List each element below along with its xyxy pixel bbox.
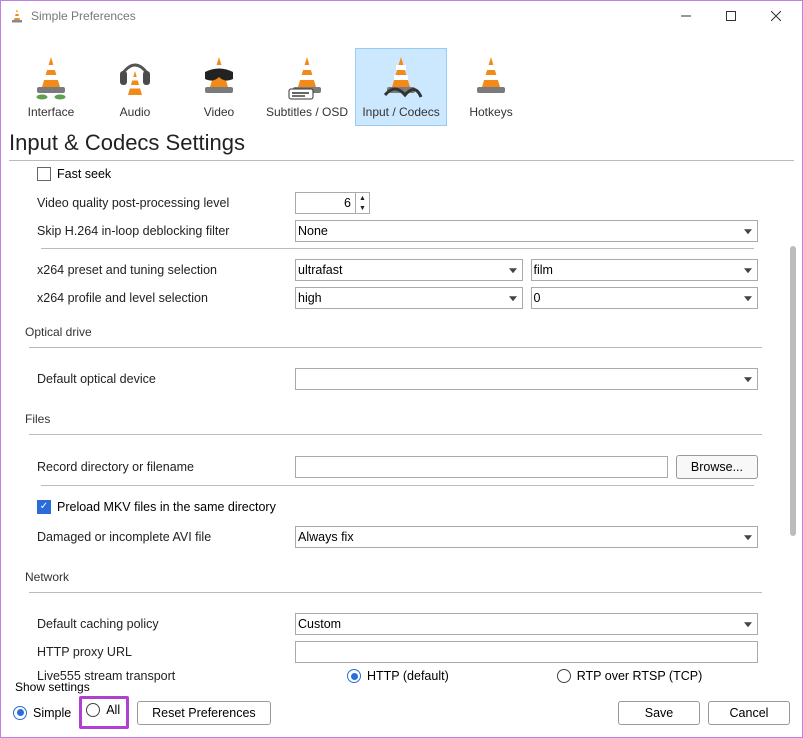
x264-profile-label: x264 profile and level selection	[37, 291, 295, 305]
proxy-input[interactable]	[295, 641, 758, 663]
optical-drive-group: Optical drive Default optical device	[25, 325, 766, 406]
default-optical-label: Default optical device	[37, 372, 295, 386]
titlebar: Simple Preferences	[1, 1, 802, 31]
record-dir-input[interactable]	[295, 456, 668, 478]
skip-h264-label: Skip H.264 in-loop deblocking filter	[37, 224, 295, 238]
cat-interface[interactable]: Interface	[11, 48, 91, 126]
subtitle-cone-icon	[283, 53, 331, 101]
caching-select[interactable]: Custom	[295, 613, 758, 635]
settings-mode-simple-radio[interactable]: Simple	[13, 706, 71, 720]
spinner-up-icon[interactable]: ▲	[356, 193, 369, 203]
live555-rtp-radio[interactable]: RTP over RTSP (TCP)	[557, 669, 703, 683]
cancel-button[interactable]: Cancel	[708, 701, 790, 725]
window-title: Simple Preferences	[31, 9, 663, 23]
caching-label: Default caching policy	[37, 617, 295, 631]
x264-preset-select[interactable]: ultrafast	[295, 259, 523, 281]
live555-rtp-label: RTP over RTSP (TCP)	[577, 669, 703, 683]
vlc-app-icon	[9, 8, 25, 24]
proxy-label: HTTP proxy URL	[37, 645, 295, 659]
cat-hotkeys[interactable]: Hotkeys	[451, 48, 531, 126]
cat-video[interactable]: Video	[179, 48, 259, 126]
save-button[interactable]: Save	[618, 701, 700, 725]
vq-spinner[interactable]: ▲ ▼	[295, 192, 370, 214]
live555-label: Live555 stream transport	[37, 669, 347, 683]
settings-pane: Fast seek Video quality post-processing …	[1, 161, 802, 683]
x264-tune-select[interactable]: film	[531, 259, 759, 281]
x264-profile-select[interactable]: high	[295, 287, 523, 309]
settings-mode-all-radio[interactable]: All	[86, 703, 120, 717]
checkbox-icon	[37, 167, 51, 181]
close-button[interactable]	[753, 1, 798, 31]
preload-mkv-checkbox[interactable]: ✓ Preload MKV files in the same director…	[37, 500, 276, 514]
cat-label: Hotkeys	[469, 105, 512, 119]
input-cone-icon	[377, 53, 425, 101]
x264-preset-label: x264 preset and tuning selection	[37, 263, 295, 277]
cat-subtitles-osd[interactable]: Subtitles / OSD	[263, 48, 351, 126]
fast-seek-label: Fast seek	[57, 167, 111, 181]
page-title: Input & Codecs Settings	[1, 126, 802, 160]
cone-icon	[27, 53, 75, 101]
vq-label: Video quality post-processing level	[37, 196, 295, 210]
minimize-button[interactable]	[663, 1, 708, 31]
scrollbar-thumb[interactable]	[790, 246, 796, 536]
radio-off-icon	[86, 703, 100, 717]
files-legend: Files	[25, 412, 50, 428]
glasses-cone-icon	[195, 53, 243, 101]
reset-preferences-button[interactable]: Reset Preferences	[137, 701, 271, 725]
preferences-window: Simple Preferences	[0, 0, 803, 738]
vq-input[interactable]	[296, 193, 355, 213]
preload-mkv-label: Preload MKV files in the same directory	[57, 500, 276, 514]
radio-on-icon	[13, 706, 27, 720]
avi-label: Damaged or incomplete AVI file	[37, 530, 295, 544]
spinner-down-icon[interactable]: ▼	[356, 203, 369, 213]
optical-legend: Optical drive	[25, 325, 92, 341]
default-optical-select[interactable]	[295, 368, 758, 390]
cone-icon	[467, 53, 515, 101]
record-dir-label: Record directory or filename	[37, 460, 295, 474]
avi-select[interactable]: Always fix	[295, 526, 758, 548]
cat-label: Input / Codecs	[362, 105, 439, 119]
live555-http-radio[interactable]: HTTP (default)	[347, 669, 449, 683]
cat-audio[interactable]: Audio	[95, 48, 175, 126]
maximize-button[interactable]	[708, 1, 753, 31]
live555-http-label: HTTP (default)	[367, 669, 449, 683]
skip-h264-select[interactable]: None	[295, 220, 758, 242]
fast-seek-checkbox[interactable]: Fast seek	[37, 167, 111, 181]
highlight-box: All	[79, 696, 129, 729]
cat-label: Audio	[120, 105, 151, 119]
cat-label: Interface	[28, 105, 75, 119]
browse-button[interactable]: Browse...	[676, 455, 758, 479]
files-group: Files Record directory or filename Brows…	[25, 412, 766, 564]
network-legend: Network	[25, 570, 69, 586]
headphones-cone-icon	[111, 53, 159, 101]
network-group: Network Default caching policy Custom	[25, 570, 766, 683]
radio-on-icon	[347, 669, 361, 683]
category-toolbar: Interface Audio	[1, 31, 802, 126]
cat-label: Subtitles / OSD	[266, 105, 348, 119]
footer: Show settings Simple All Reset Preferenc…	[1, 683, 802, 737]
simple-label: Simple	[33, 706, 71, 720]
codecs-group: Fast seek Video quality post-processing …	[29, 161, 766, 325]
cat-label: Video	[204, 105, 234, 119]
cat-input-codecs[interactable]: Input / Codecs	[355, 48, 447, 126]
radio-off-icon	[557, 669, 571, 683]
checkbox-checked-icon: ✓	[37, 500, 51, 514]
all-label: All	[106, 703, 120, 717]
x264-level-select[interactable]: 0	[531, 287, 759, 309]
